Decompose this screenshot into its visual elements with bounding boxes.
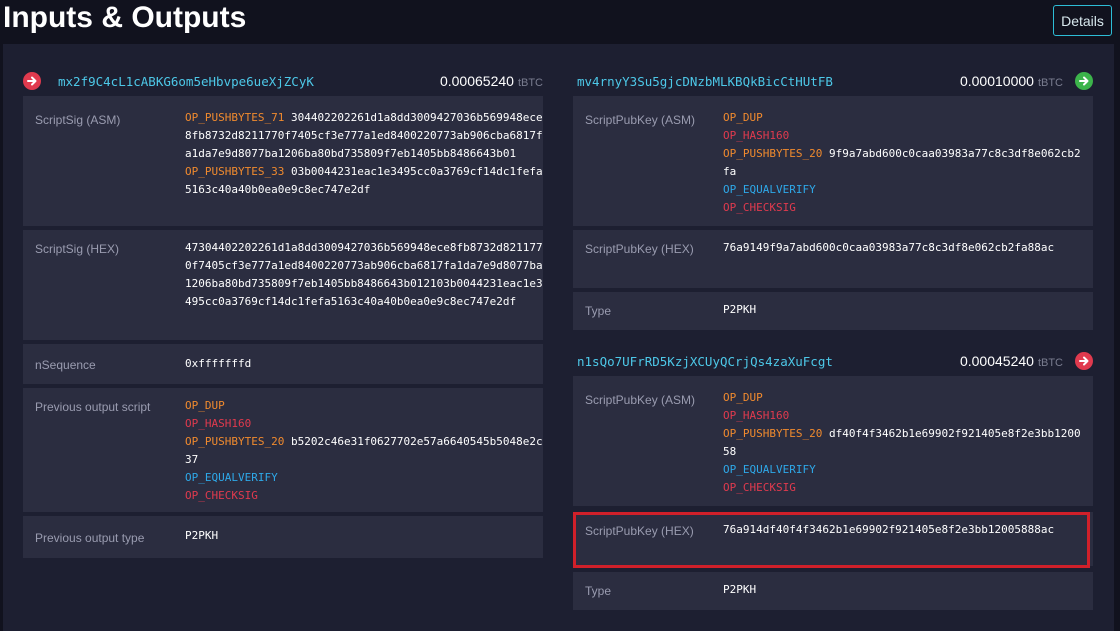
type-label: Type	[585, 304, 612, 318]
opcode: OP_EQUALVERIFY	[185, 471, 278, 484]
arrow-right-icon[interactable]	[1075, 72, 1093, 90]
type-row: Type P2PKH	[573, 292, 1093, 330]
opcode: OP_HASH160	[185, 417, 252, 430]
opcode: OP_DUP	[185, 399, 225, 412]
input-amount-unit: tBTC	[517, 77, 543, 89]
scriptsig-asm-label: ScriptSig (ASM)	[35, 113, 121, 127]
opcode: OP_EQUALVERIFY	[723, 183, 816, 196]
output-address-link[interactable]: n1sQo7UFrRD5KzjXCUyQCrjQs4zaXuFcgt	[577, 354, 833, 369]
script-line: OP_PUSHBYTES_33 03b0044231eac1e3495cc0a3…	[185, 163, 543, 199]
opcode: OP_PUSHBYTES_71	[185, 111, 285, 124]
output-amount-value: 0.00010000	[959, 73, 1034, 89]
opcode: OP_CHECKSIG	[185, 489, 258, 502]
scriptpubkey-asm-row: ScriptPubKey (ASM) OP_DUP OP_HASH160 OP_PU…	[573, 96, 1093, 226]
script-line: OP_HASH160	[185, 415, 543, 433]
script-line: OP_CHECKSIG	[185, 487, 543, 505]
input-header: mx2f9C4cL1cABKG6om5eHbvpe6ueXjZCyK 0.000…	[23, 68, 543, 94]
opcode: OP_HASH160	[723, 129, 790, 142]
page-title: Inputs & Outputs	[3, 1, 247, 34]
output-amount: 0.00045240 tBTC	[960, 353, 1063, 369]
scriptpubkey-hex-label: ScriptPubKey (HEX)	[585, 242, 694, 256]
prev-output-script-label: Previous output script	[35, 400, 151, 414]
scriptpubkey-asm-label: ScriptPubKey (ASM)	[585, 113, 696, 127]
scriptpubkey-asm-row: ScriptPubKey (ASM) OP_DUP OP_HASH160 OP_PU…	[573, 376, 1093, 506]
scriptpubkey-hex-value: 76a9149f9a7abd600c0caa03983a77c8c3df8e06…	[723, 241, 1055, 254]
script-line: OP_HASH160	[723, 407, 1083, 425]
prev-output-type-value: P2PKH	[185, 529, 219, 542]
script-line: OP_CHECKSIG	[723, 199, 1083, 217]
script-line: OP_DUP	[723, 389, 1083, 407]
type-label: Type	[585, 584, 612, 598]
opcode: OP_EQUALVERIFY	[723, 463, 816, 476]
script-line: OP_DUP	[723, 109, 1083, 127]
page-header: Inputs & Outputs Details	[0, 0, 1120, 44]
opcode: OP_CHECKSIG	[723, 481, 796, 494]
output-address-link[interactable]: mv4rnyY3Su5gjcDNzbMLKBQkBicCtHUtFB	[577, 74, 833, 89]
output-amount-unit: tBTC	[1037, 77, 1063, 89]
output-header: mv4rnyY3Su5gjcDNzbMLKBQkBicCtHUtFB 0.000…	[573, 68, 1093, 94]
scriptpubkey-asm-value: OP_DUP OP_HASH160 OP_PUSHBYTES_20 9f9a7abd…	[723, 96, 1083, 226]
prev-output-type-label: Previous output type	[35, 531, 145, 545]
output-amount: 0.00010000 tBTC	[960, 73, 1063, 89]
opcode: OP_CHECKSIG	[723, 201, 796, 214]
scriptpubkey-asm-value: OP_DUP OP_HASH160 OP_PUSHBYTES_20 df40f4f3…	[723, 376, 1083, 506]
script-line: OP_DUP	[185, 397, 543, 415]
scriptpubkey-hex-row: ScriptPubKey (HEX) 76a9149f9a7abd600c0ca…	[573, 230, 1093, 288]
type-value: P2PKH	[723, 303, 757, 316]
type-row: Type P2PKH	[573, 572, 1093, 610]
nsequence-label: nSequence	[35, 358, 96, 372]
opcode: OP_DUP	[723, 111, 763, 124]
script-line: OP_PUSHBYTES_20 b5202c46e31f0627702e57a6…	[185, 433, 543, 469]
scriptsig-hex-label: ScriptSig (HEX)	[35, 242, 120, 256]
details-button[interactable]: Details	[1053, 5, 1112, 36]
script-line: OP_CHECKSIG	[723, 479, 1083, 497]
input-address-link[interactable]: mx2f9C4cL1cABKG6om5eHbvpe6ueXjZCyK	[58, 74, 314, 89]
prev-output-script-value: OP_DUP OP_HASH160 OP_PUSHBYTES_20 b5202c46…	[185, 388, 543, 512]
scriptsig-asm-row: ScriptSig (ASM) OP_PUSHBYTES_71 30440220…	[23, 96, 543, 226]
type-value: P2PKH	[723, 583, 757, 596]
input-amount-value: 0.00065240	[439, 73, 514, 89]
script-line: OP_PUSHBYTES_20 df40f4f3462b1e69902f9214…	[723, 425, 1083, 461]
script-line: OP_PUSHBYTES_71 304402202261d1a8dd300942…	[185, 109, 543, 163]
script-line: OP_EQUALVERIFY	[723, 461, 1083, 479]
script-line: OP_EQUALVERIFY	[185, 469, 543, 487]
output-header: n1sQo7UFrRD5KzjXCUyQCrjQs4zaXuFcgt 0.000…	[573, 348, 1093, 374]
script-line: OP_PUSHBYTES_20 9f9a7abd600c0caa03983a77…	[723, 145, 1083, 181]
highlight-box	[573, 512, 1090, 568]
prev-output-type-row: Previous output type P2PKH	[23, 516, 543, 558]
prev-output-script-row: Previous output script OP_DUP OP_HASH160 O…	[23, 388, 543, 512]
opcode: OP_PUSHBYTES_33	[185, 165, 285, 178]
nsequence-row: nSequence 0xfffffffd	[23, 344, 543, 384]
scriptsig-asm-value: OP_PUSHBYTES_71 304402202261d1a8dd300942…	[185, 96, 543, 226]
scriptsig-hex-row: ScriptSig (HEX) 47304402202261d1a8dd3009…	[23, 230, 543, 340]
scriptsig-hex-value: 47304402202261d1a8dd3009427036b569948ece…	[185, 241, 543, 308]
script-line: OP_EQUALVERIFY	[723, 181, 1083, 199]
arrow-right-icon[interactable]	[23, 72, 41, 90]
input-amount: 0.00065240 tBTC	[440, 73, 543, 89]
output-amount-value: 0.00045240	[959, 353, 1034, 369]
arrow-right-icon[interactable]	[1075, 352, 1093, 370]
scriptpubkey-asm-label: ScriptPubKey (ASM)	[585, 393, 696, 407]
opcode: OP_PUSHBYTES_20	[185, 435, 285, 448]
opcode: OP_HASH160	[723, 409, 790, 422]
opcode: OP_PUSHBYTES_20	[723, 147, 823, 160]
nsequence-value: 0xfffffffd	[185, 357, 252, 370]
opcode: OP_PUSHBYTES_20	[723, 427, 823, 440]
opcode: OP_DUP	[723, 391, 763, 404]
script-line: OP_HASH160	[723, 127, 1083, 145]
output-amount-unit: tBTC	[1037, 357, 1063, 369]
